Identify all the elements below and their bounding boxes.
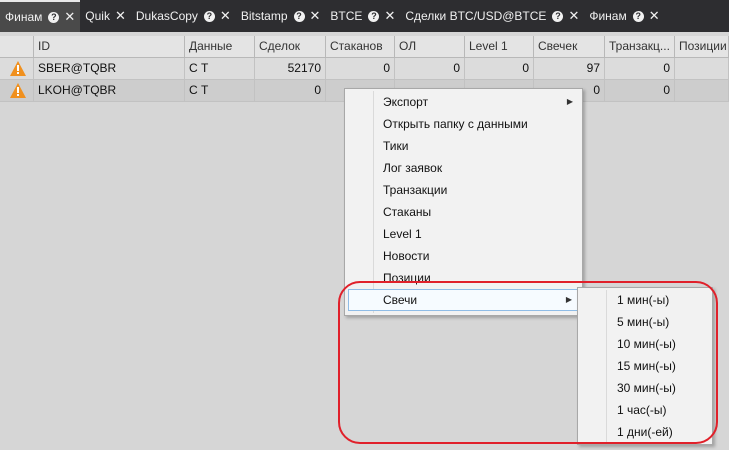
- help-icon[interactable]: ?: [293, 10, 305, 22]
- menu-item-export[interactable]: Экспорт ▶: [348, 91, 579, 113]
- menu-item-1-day[interactable]: 1 дни(-ей): [581, 421, 709, 443]
- close-icon[interactable]: ✕: [64, 9, 75, 25]
- tab-label: BTCE: [330, 9, 363, 23]
- close-icon[interactable]: ✕: [568, 8, 579, 24]
- menu-item-15-min[interactable]: 15 мин(-ы): [581, 355, 709, 377]
- cell-books: 0: [326, 58, 395, 79]
- menu-item-positions[interactable]: Позиции: [348, 267, 579, 289]
- cell-id: LKOH@TQBR: [34, 80, 185, 101]
- menu-item-label: Стаканы: [383, 205, 432, 219]
- column-header-trades[interactable]: Сделок: [255, 36, 326, 57]
- cell-trades: 0: [255, 80, 326, 101]
- help-icon[interactable]: ?: [552, 10, 564, 22]
- menu-item-label: Тики: [383, 139, 409, 153]
- column-header-positions[interactable]: Позиции: [675, 36, 729, 57]
- column-header-books[interactable]: Стаканов: [326, 36, 395, 57]
- column-header-ol[interactable]: ОЛ: [395, 36, 465, 57]
- close-icon[interactable]: ✕: [115, 8, 126, 24]
- menu-item-label: Level 1: [383, 227, 422, 241]
- column-header-transactions[interactable]: Транзакц...: [605, 36, 675, 57]
- cell-positions: [675, 80, 729, 101]
- cell-positions: [675, 58, 729, 79]
- menu-item-transactions[interactable]: Транзакции: [348, 179, 579, 201]
- menu-item-30-min[interactable]: 30 мин(-ы): [581, 377, 709, 399]
- tab-bitstamp[interactable]: Bitstamp ? ✕: [236, 0, 326, 32]
- menu-item-order-books[interactable]: Стаканы: [348, 201, 579, 223]
- help-icon[interactable]: ?: [632, 10, 644, 22]
- cell-id: SBER@TQBR: [34, 58, 185, 79]
- menu-item-label: Свечи: [383, 293, 418, 307]
- tab-trades-btc-usd[interactable]: Сделки BTC/USD@BTCE ? ✕: [400, 0, 584, 32]
- table-row[interactable]: SBER@TQBR С Т 52170 0 0 0 97 0: [0, 58, 729, 80]
- menu-item-label: Открыть папку с данными: [383, 117, 528, 131]
- help-icon[interactable]: ?: [203, 10, 215, 22]
- tab-label: Quik: [85, 9, 110, 23]
- menu-item-level1[interactable]: Level 1: [348, 223, 579, 245]
- column-header-status[interactable]: [0, 36, 34, 57]
- warning-icon: [10, 61, 26, 76]
- column-header-id[interactable]: ID: [34, 36, 185, 57]
- submenu-arrow-icon: ▶: [565, 295, 572, 304]
- tab-label: Финам: [589, 9, 627, 23]
- menu-item-news[interactable]: Новости: [348, 245, 579, 267]
- tab-finam-2[interactable]: Финам ? ✕: [584, 0, 664, 32]
- close-icon[interactable]: ✕: [649, 8, 660, 24]
- cell-transactions: 0: [605, 58, 675, 79]
- menu-item-open-data-folder[interactable]: Открыть папку с данными: [348, 113, 579, 135]
- column-header-candles[interactable]: Свечек: [534, 36, 605, 57]
- menu-item-candles[interactable]: Свечи ▶: [348, 289, 579, 311]
- menu-item-10-min[interactable]: 10 мин(-ы): [581, 333, 709, 355]
- cell-transactions: 0: [605, 80, 675, 101]
- cell-ol: 0: [395, 58, 465, 79]
- cell-candles: 97: [534, 58, 605, 79]
- tab-finam[interactable]: Финам ? ✕: [0, 0, 81, 32]
- menu-item-ticks[interactable]: Тики: [348, 135, 579, 157]
- menu-item-order-log[interactable]: Лог заявок: [348, 157, 579, 179]
- cell-data: С Т: [185, 80, 255, 101]
- close-icon[interactable]: ✕: [310, 8, 321, 24]
- tab-label: Bitstamp: [240, 9, 288, 23]
- candles-submenu: 1 мин(-ы) 5 мин(-ы) 10 мин(-ы) 15 мин(-ы…: [577, 287, 713, 445]
- tab-quik[interactable]: Quik ✕: [80, 0, 131, 32]
- menu-item-5-min[interactable]: 5 мин(-ы): [581, 311, 709, 333]
- help-icon[interactable]: ?: [368, 10, 380, 22]
- tab-label: Сделки BTC/USD@BTCE: [405, 9, 547, 23]
- menu-item-label: Транзакции: [383, 183, 448, 197]
- cell-trades: 52170: [255, 58, 326, 79]
- help-icon[interactable]: ?: [48, 11, 60, 23]
- close-icon[interactable]: ✕: [220, 8, 231, 24]
- tab-dukascopy[interactable]: DukasCopy ? ✕: [131, 0, 236, 32]
- cell-data: С Т: [185, 58, 255, 79]
- grid-header: ID Данные Сделок Стаканов ОЛ Level 1 Све…: [0, 36, 729, 58]
- close-icon[interactable]: ✕: [384, 8, 395, 24]
- menu-item-label: Новости: [383, 249, 430, 263]
- document-tab-bar: Финам ? ✕ Quik ✕ DukasCopy ? ✕ Bitstamp …: [0, 0, 729, 32]
- context-menu: Экспорт ▶ Открыть папку с данными Тики Л…: [344, 88, 583, 316]
- column-header-level1[interactable]: Level 1: [465, 36, 534, 57]
- menu-item-1-min[interactable]: 1 мин(-ы): [581, 289, 709, 311]
- menu-item-label: Позиции: [383, 271, 431, 285]
- status-cell: [0, 80, 34, 101]
- cell-level1: 0: [465, 58, 534, 79]
- tab-label: DukasCopy: [135, 9, 198, 23]
- tab-label: Финам: [5, 10, 43, 24]
- submenu-arrow-icon: ▶: [566, 97, 573, 106]
- menu-item-label: Лог заявок: [383, 161, 443, 175]
- warning-icon: [10, 83, 26, 98]
- menu-item-1-hour[interactable]: 1 час(-ы): [581, 399, 709, 421]
- tab-btce[interactable]: BTCE ? ✕: [325, 0, 400, 32]
- menu-item-label: Экспорт: [383, 95, 429, 109]
- column-header-data[interactable]: Данные: [185, 36, 255, 57]
- status-cell: [0, 58, 34, 79]
